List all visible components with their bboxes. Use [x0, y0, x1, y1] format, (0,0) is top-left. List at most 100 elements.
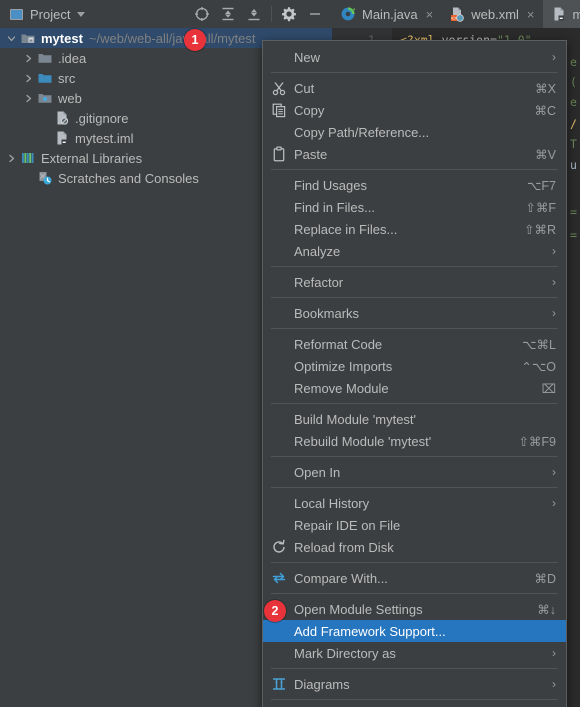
menu-separator — [271, 328, 558, 329]
editor-tab-bar: Main.java × <> web.xml × m — [332, 0, 580, 28]
web-resource-folder-icon — [37, 90, 53, 106]
menu-item-find-in-files[interactable]: Find in Files... ⇧⌘F — [263, 196, 566, 218]
project-panel-title-group[interactable]: Project — [0, 7, 86, 22]
menu-item-reload-from-disk[interactable]: Reload from Disk — [263, 536, 566, 558]
menu-item-copy-path-reference[interactable]: Copy Path/Reference... — [263, 121, 566, 143]
step-badge-2: 2 — [264, 600, 286, 622]
tree-item-label: mytest.iml — [75, 130, 134, 146]
menu-item-label: Optimize Imports — [294, 358, 393, 374]
menu-item-label: Cut — [294, 80, 315, 96]
toolbar-divider — [271, 6, 272, 22]
editor-tab-main-java[interactable]: Main.java × — [332, 0, 441, 28]
menu-item-open-in[interactable]: Open In › — [263, 461, 566, 483]
scroll-from-source-icon[interactable] — [189, 1, 215, 27]
menu-item-label: Open In — [294, 464, 341, 480]
menu-item-icon-slot — [268, 123, 290, 141]
menu-item-icon-slot — [268, 242, 290, 260]
editor-code-fragment: = — [570, 205, 577, 219]
editor-tab-m[interactable]: m — [542, 0, 580, 28]
editor-code-fragment: = — [570, 228, 577, 242]
menu-item-refactor[interactable]: Refactor › — [263, 271, 566, 293]
menu-separator — [271, 593, 558, 594]
editor-tab-web-xml[interactable]: <> web.xml × — [441, 0, 542, 28]
menu-item-compare-with[interactable]: Compare With... ⌘D — [263, 567, 566, 589]
settings-gear-icon[interactable] — [276, 1, 302, 27]
menu-item-new[interactable]: New › — [263, 46, 566, 68]
menu-item-label: Analyze — [294, 243, 341, 259]
menu-item-icon-slot — [268, 379, 290, 397]
menu-separator — [271, 699, 558, 700]
menu-item-shortcut: ⇧⌘R — [523, 222, 556, 237]
menu-item-rebuild-module-mytest[interactable]: Rebuild Module 'mytest' ⇧⌘F9 — [263, 430, 566, 452]
menu-item-diagrams[interactable]: Diagrams › — [263, 673, 566, 695]
editor-code-fragment: e — [570, 95, 577, 109]
cut-icon — [268, 79, 290, 97]
chevron-down-icon[interactable] — [6, 33, 17, 44]
menu-item-label: Reload from Disk — [294, 539, 394, 555]
menu-item-shortcut: ⌃⌥O — [521, 359, 556, 374]
menu-item-replace-in-files[interactable]: Replace in Files... ⇧⌘R — [263, 218, 566, 240]
menu-item-analyze[interactable]: Analyze › — [263, 240, 566, 262]
hide-panel-icon[interactable] — [302, 1, 328, 27]
chevron-right-icon: › — [552, 50, 556, 64]
menu-item-paste[interactable]: Paste ⌘V — [263, 143, 566, 165]
chevron-right-icon[interactable] — [23, 73, 34, 84]
chevron-right-icon[interactable] — [23, 93, 34, 104]
editor-tab-close-icon[interactable]: × — [426, 7, 434, 22]
paste-icon — [268, 145, 290, 163]
menu-item-icon-slot — [268, 357, 290, 375]
project-panel-toolbar-buttons — [189, 1, 332, 27]
menu-item-bookmarks[interactable]: Bookmarks › — [263, 302, 566, 324]
menu-separator — [271, 403, 558, 404]
menu-item-icon-slot — [268, 335, 290, 353]
java-class-icon — [340, 6, 356, 22]
editor-tab-label: Main.java — [362, 6, 418, 22]
iml-module-file-icon — [551, 6, 567, 22]
expand-all-icon[interactable] — [215, 1, 241, 27]
menu-item-build-module-mytest[interactable]: Build Module 'mytest' — [263, 408, 566, 430]
menu-item-shortcut: ⌘X — [535, 81, 556, 96]
editor-code-fragment: T — [570, 137, 577, 151]
menu-item-label: Refactor — [294, 274, 344, 290]
tree-item-label: Scratches and Consoles — [58, 170, 199, 186]
folder-icon — [37, 50, 53, 66]
chevron-right-icon[interactable] — [6, 153, 17, 164]
menu-item-icon-slot — [268, 516, 290, 534]
menu-item-icon-slot — [268, 220, 290, 238]
chevron-down-icon[interactable] — [77, 11, 86, 17]
diagrams-icon — [268, 675, 290, 693]
project-context-menu: New › Cut ⌘X Copy ⌘C Copy Path/Reference... Pas… — [262, 40, 567, 707]
menu-item-open-module-settings[interactable]: Open Module Settings ⌘↓ — [263, 598, 566, 620]
menu-separator — [271, 169, 558, 170]
project-panel-toolbar: Project — [0, 0, 332, 29]
menu-item-copy[interactable]: Copy ⌘C — [263, 99, 566, 121]
menu-item-label: Remove Module — [294, 380, 389, 396]
menu-item-optimize-imports[interactable]: Optimize Imports ⌃⌥O — [263, 355, 566, 377]
menu-item-icon-slot — [268, 463, 290, 481]
editor-tab-label: m — [572, 6, 580, 22]
menu-item-find-usages[interactable]: Find Usages ⌥F7 — [263, 174, 566, 196]
menu-item-cut[interactable]: Cut ⌘X — [263, 77, 566, 99]
menu-item-repair-ide-on-file[interactable]: Repair IDE on File — [263, 514, 566, 536]
menu-separator — [271, 297, 558, 298]
menu-item-label: Find Usages — [294, 177, 367, 193]
menu-item-shortcut: ⌘D — [534, 571, 556, 586]
iml-module-file-icon — [54, 130, 70, 146]
menu-item-shortcut: ⌘C — [534, 103, 556, 118]
menu-item-mark-directory-as[interactable]: Mark Directory as › — [263, 642, 566, 664]
menu-item-remove-module[interactable]: Remove Module ⌧ — [263, 377, 566, 399]
chevron-right-icon[interactable] — [23, 53, 34, 64]
menu-item-reformat-code[interactable]: Reformat Code ⌥⌘L — [263, 333, 566, 355]
menu-item-icon-slot — [268, 644, 290, 662]
menu-item-local-history[interactable]: Local History › — [263, 492, 566, 514]
menu-separator — [271, 487, 558, 488]
menu-item-icon-slot — [268, 48, 290, 66]
editor-tab-close-icon[interactable]: × — [527, 7, 535, 22]
collapse-all-icon[interactable] — [241, 1, 267, 27]
tree-item-label: mytest — [41, 30, 83, 46]
editor-code-fragment: u — [570, 158, 577, 172]
menu-item-add-framework-support[interactable]: Add Framework Support... — [263, 620, 566, 642]
